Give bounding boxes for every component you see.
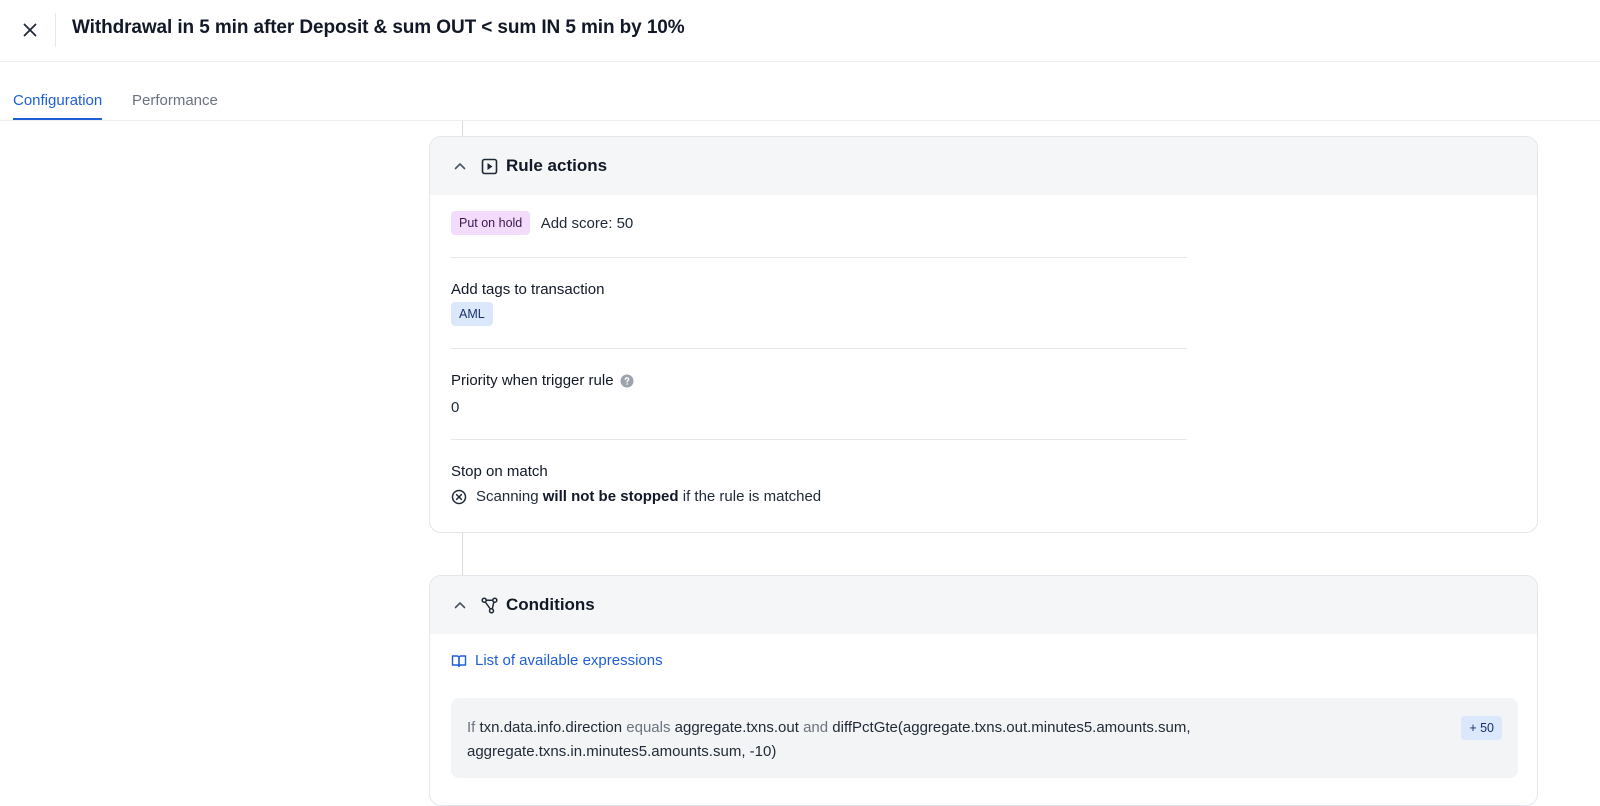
cond-value: aggregate.txns.out bbox=[674, 719, 799, 736]
chevron-up-icon[interactable] bbox=[452, 158, 468, 174]
tab-bar: Configuration Performance bbox=[0, 62, 1600, 121]
priority-label-text: Priority when trigger rule bbox=[451, 372, 614, 389]
help-icon[interactable] bbox=[620, 374, 634, 388]
cond-field: txn.data.info.direction bbox=[479, 719, 623, 736]
header-divider bbox=[55, 13, 56, 47]
branch-icon bbox=[480, 596, 498, 614]
action-row: Put on hold Add score: 50 bbox=[451, 211, 633, 235]
conditions-header[interactable]: Conditions bbox=[430, 576, 1537, 634]
cond-if: If bbox=[467, 719, 476, 736]
divider bbox=[451, 348, 1187, 349]
close-button[interactable] bbox=[14, 16, 46, 44]
conditions-card: Conditions List of available expressions… bbox=[429, 575, 1538, 806]
cond-joiner: and bbox=[803, 719, 829, 736]
chevron-up-icon[interactable] bbox=[452, 597, 468, 613]
page-title: Withdrawal in 5 min after Deposit & sum … bbox=[72, 17, 685, 38]
timeline-connector bbox=[462, 121, 463, 137]
play-box-icon bbox=[480, 157, 498, 175]
conditions-title: Conditions bbox=[506, 595, 595, 614]
divider bbox=[451, 257, 1187, 258]
cond-expr-line2: aggregate.txns.in.minutes5.amounts.sum, … bbox=[467, 743, 777, 760]
priority-section: Priority when trigger rule 0 bbox=[451, 372, 634, 416]
stop-prefix: Scanning bbox=[476, 488, 539, 505]
cond-expr-line1: diffPctGte(aggregate.txns.out.minutes5.a… bbox=[832, 719, 1191, 736]
tag-badge-aml: AML bbox=[451, 302, 493, 326]
divider bbox=[451, 439, 1187, 440]
tags-section: Add tags to transaction AML bbox=[451, 281, 604, 326]
put-on-hold-badge: Put on hold bbox=[451, 211, 531, 235]
rule-actions-header[interactable]: Rule actions bbox=[430, 137, 1537, 195]
timeline-connector bbox=[462, 533, 463, 575]
condition-expression: If txn.data.info.direction equals aggreg… bbox=[467, 716, 1407, 764]
expressions-link-text: List of available expressions bbox=[475, 652, 663, 669]
stop-on-match-label: Stop on match bbox=[451, 463, 548, 480]
condition-score-badge: + 50 bbox=[1461, 716, 1502, 740]
stop-on-match-section: Stop on match Scanning will not be stopp… bbox=[451, 463, 821, 505]
close-icon bbox=[23, 23, 37, 37]
tab-configuration[interactable]: Configuration bbox=[13, 92, 103, 120]
tab-performance[interactable]: Performance bbox=[132, 92, 218, 118]
cond-operator: equals bbox=[626, 719, 671, 736]
book-icon bbox=[451, 654, 467, 667]
expressions-link[interactable]: List of available expressions bbox=[451, 652, 663, 669]
priority-label: Priority when trigger rule bbox=[451, 372, 634, 389]
condition-rule: If txn.data.info.direction equals aggreg… bbox=[451, 698, 1518, 778]
rule-actions-title: Rule actions bbox=[506, 156, 608, 175]
page-header: Withdrawal in 5 min after Deposit & sum … bbox=[0, 0, 1600, 62]
add-score-text: Add score: 50 bbox=[540, 214, 634, 232]
priority-value: 0 bbox=[451, 399, 460, 416]
stop-bold: will not be stopped bbox=[542, 488, 679, 505]
stop-on-match-status: Scanning will not be stopped if the rule… bbox=[451, 488, 821, 505]
x-circle-icon bbox=[451, 489, 467, 504]
stop-suffix: if the rule is matched bbox=[682, 488, 822, 505]
tags-label: Add tags to transaction bbox=[451, 281, 605, 298]
rule-actions-card: Rule actions Put on hold Add score: 50 A… bbox=[429, 136, 1538, 533]
